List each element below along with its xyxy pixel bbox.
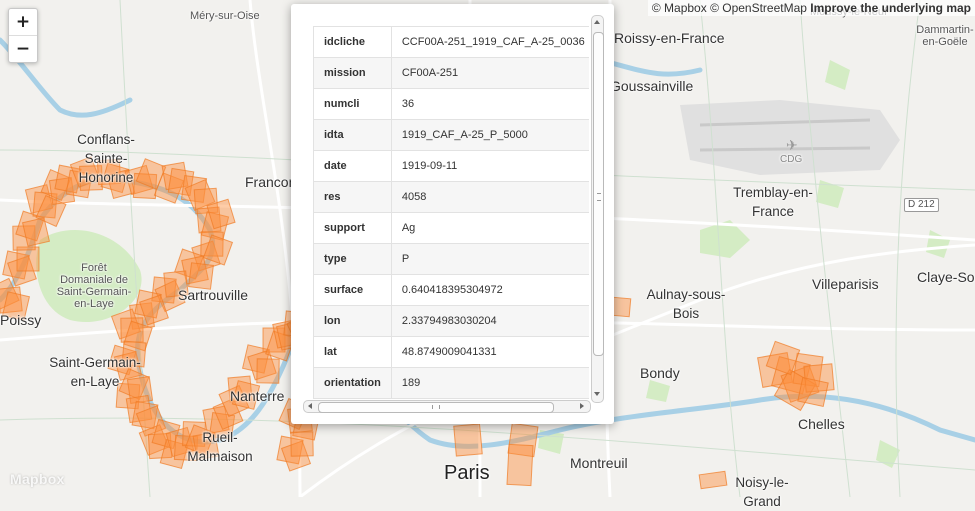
attribute-value: 4058	[390, 181, 589, 213]
place-label: Rueil-Malmaison	[187, 430, 253, 464]
grip-icon	[597, 193, 601, 201]
attribute-row: mission CF00A-251	[313, 57, 589, 89]
road-badge: D 212	[904, 198, 939, 212]
attribute-value: 48.8749009041331	[390, 336, 589, 368]
attribute-key: date	[313, 150, 392, 182]
attribute-key: res	[313, 181, 392, 213]
place-label: Tremblay-en-France	[733, 185, 813, 219]
place-label: Villeparisis	[812, 276, 879, 292]
attribute-row: lat 48.8749009041331	[313, 336, 589, 368]
scroll-up-icon[interactable]	[594, 20, 600, 24]
place-label: Poissy	[0, 312, 42, 328]
attribute-value: P	[390, 243, 589, 275]
place-label: Roissy-en-France	[614, 30, 725, 46]
attribute-key: idcliche	[313, 26, 392, 58]
photo-footprint	[290, 431, 314, 457]
place-label: CDG	[780, 154, 803, 165]
scroll-down-icon[interactable]	[594, 392, 600, 396]
attribute-row: type P	[313, 243, 589, 275]
vertical-scrollbar[interactable]	[591, 15, 604, 403]
photo-footprint	[16, 246, 40, 272]
attribute-key: orientation	[313, 367, 392, 399]
airport-icon: ✈	[786, 138, 798, 154]
grip-icon	[432, 405, 440, 409]
vertical-scroll-thumb[interactable]	[593, 32, 604, 356]
attribute-row: lon 2.33794983030204	[313, 305, 589, 337]
attribute-key: lon	[313, 305, 392, 337]
place-label: Forêt Domaniale de Saint-Germain-en-Laye	[56, 262, 132, 310]
place-label: Conflans-Sainte-Honorine	[77, 132, 135, 185]
mapbox-logo[interactable]: Mapbox	[10, 471, 65, 487]
attribute-row: orientation 189	[313, 367, 589, 399]
improve-map-link[interactable]: Improve the underlying map	[810, 1, 971, 15]
attribution-mapbox-link[interactable]: © Mapbox	[652, 1, 707, 15]
photo-footprint	[188, 262, 214, 290]
attribute-key: idta	[313, 119, 392, 151]
attribute-row: res 4058	[313, 181, 589, 213]
place-label: Saint-Germain-en-Laye	[49, 355, 141, 389]
attribute-value: 1919-09-11	[390, 150, 589, 182]
place-label: Claye-Souilly	[917, 269, 975, 285]
attribution: © Mapbox © OpenStreetMap Improve the und…	[647, 0, 975, 16]
place-label: Goussainville	[610, 78, 694, 94]
place-label: Chelles	[798, 416, 845, 432]
attribute-row: support Ag	[313, 212, 589, 244]
attribute-value: 36	[390, 88, 589, 120]
attribute-value: 1919_CAF_A-25_P_5000	[390, 119, 589, 151]
photo-footprint	[256, 358, 280, 384]
place-label: Paris	[444, 462, 490, 484]
attribute-key: support	[313, 212, 392, 244]
attribute-value: 189	[390, 367, 589, 399]
zoom-control: + −	[8, 8, 38, 63]
zoom-out-button[interactable]: −	[9, 35, 37, 62]
attribution-osm-link[interactable]: © OpenStreetMap	[710, 1, 807, 15]
attribute-key: lat	[313, 336, 392, 368]
zoom-in-button[interactable]: +	[9, 9, 37, 35]
attribute-row: surface 0.640418395304972	[313, 274, 589, 306]
attribute-value: 0.640418395304972	[390, 274, 589, 306]
place-label: Bondy	[640, 365, 680, 381]
place-label: Nanterre	[230, 388, 285, 404]
place-label: Montreuil	[570, 455, 628, 471]
place-label: Méry-sur-Oise	[190, 10, 260, 22]
attributes-table: idcliche CCF00A-251_1919_CAF_A-25_0036 mis…	[313, 26, 589, 399]
attribute-row: idta 1919_CAF_A-25_P_5000	[313, 119, 589, 151]
horizontal-scroll-thumb[interactable]	[318, 402, 554, 413]
attribute-value: CF00A-251	[390, 57, 589, 89]
attribute-key: surface	[313, 274, 392, 306]
attribute-key: type	[313, 243, 392, 275]
place-label: Aulnay-sous-Bois	[646, 287, 726, 321]
place-label: Sartrouville	[178, 287, 249, 303]
attribute-value: Ag	[390, 212, 589, 244]
horizontal-scrollbar[interactable]	[303, 400, 591, 413]
attribute-key: numcli	[313, 88, 392, 120]
attribute-row: date 1919-09-11	[313, 150, 589, 182]
place-label: Dammartin-en-Goële	[916, 24, 974, 48]
place-label: Noisy-le-Grand	[735, 475, 789, 509]
attribute-value: CCF00A-251_1919_CAF_A-25_0036	[390, 26, 589, 58]
feature-popup: idcliche CCF00A-251_1919_CAF_A-25_0036 mis…	[291, 4, 614, 424]
scroll-right-icon[interactable]	[580, 403, 584, 409]
attribute-value: 2.33794983030204	[390, 305, 589, 337]
scroll-left-icon[interactable]	[308, 403, 312, 409]
attribute-row: numcli 36	[313, 88, 589, 120]
attribute-row: idcliche CCF00A-251_1919_CAF_A-25_0036	[313, 26, 589, 58]
attribute-key: mission	[313, 57, 392, 89]
popup-content[interactable]: idcliche CCF00A-251_1919_CAF_A-25_0036 mis…	[303, 14, 589, 404]
